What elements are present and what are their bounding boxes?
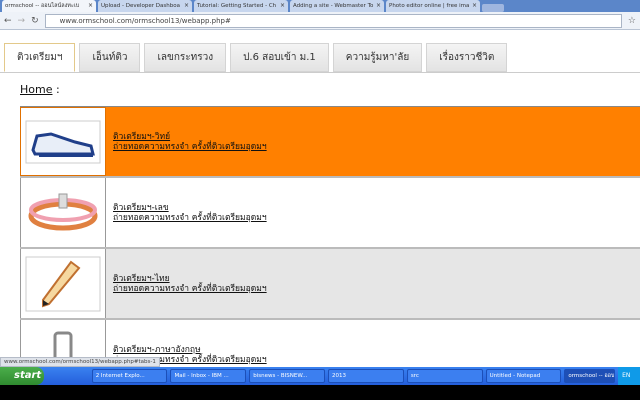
tab-ent-tiw[interactable]: เอ็นท์ติว	[79, 43, 141, 72]
item-subtitle[interactable]: ถ่ายทอดความทรงจำ ครั้งที่ติวเตรียมอุดมฯ	[113, 213, 640, 223]
close-icon[interactable]: ×	[88, 0, 93, 12]
browser-tab[interactable]: Upload - Developer Dashboa ×	[98, 0, 192, 12]
browser-tab-label: Tutorial: Getting Started - Ch	[197, 3, 277, 9]
close-icon[interactable]: ×	[376, 0, 381, 12]
tab-lek-krasuang[interactable]: เลขกระทรวง	[144, 43, 227, 72]
taskbar-item[interactable]: src	[406, 369, 483, 383]
browser-tab-label: ormschool -- ออนไลน์ลงทะเบ	[5, 3, 80, 9]
taskbar: start 2 Internet Explo... Mail - Inbox -…	[0, 367, 640, 385]
home-link[interactable]: Home	[20, 83, 52, 96]
taskbar-item[interactable]: bisnews - BISNEW...	[249, 369, 326, 383]
tab-divider	[0, 72, 640, 73]
reload-icon[interactable]: ↻	[31, 16, 39, 26]
star-icon[interactable]: ☆	[628, 16, 636, 26]
browser-tab[interactable]: Photo editor online | free ima ×	[386, 0, 480, 12]
breadcrumb-separator: :	[52, 83, 60, 96]
browser-tab-label: Photo editor online | free ima	[389, 3, 470, 9]
quick-launch[interactable]	[47, 369, 88, 383]
taskbar-item[interactable]: Untitled - Notepad	[485, 369, 562, 383]
shoe-icon	[20, 107, 106, 176]
tab-p6-exam[interactable]: ป.6 สอบเข้า ม.1	[230, 43, 329, 72]
browser-tab[interactable]: Tutorial: Getting Started - Ch ×	[194, 0, 288, 12]
item-title[interactable]: ติวเตรียมฯ-ภาษาอังกฤษ	[113, 345, 640, 355]
browser-tab[interactable]: Adding a site - Webmaster To ×	[290, 0, 384, 12]
list-item[interactable]: ติวเตรียมฯ-วิทย์ ถ่ายทอดความทรงจำ ครั้งที…	[20, 107, 640, 178]
new-tab-button[interactable]	[482, 4, 504, 12]
list-item[interactable]: ติวเตรียมฯ-ไทย ถ่ายทอดความทรงจำ ครั้งที่ต…	[20, 249, 640, 320]
close-icon[interactable]: ×	[472, 0, 477, 12]
back-icon[interactable]: ←	[4, 16, 12, 26]
tab-university[interactable]: ความรู้มหา'ลัย	[332, 43, 423, 72]
browser-tab[interactable]: ormschool -- ออนไลน์ลงทะเบ ×	[2, 0, 96, 12]
browser-tab-label: Upload - Developer Dashboa	[101, 3, 180, 9]
item-title[interactable]: ติวเตรียมฯ-วิทย์	[113, 132, 640, 142]
status-bar: www.ormschool.com/ormschool13/webapp.php…	[0, 357, 160, 367]
tab-life-stories[interactable]: เรื่องราวชีวิต	[426, 43, 508, 72]
language-indicator[interactable]: EN	[618, 367, 640, 385]
bracelet-icon	[20, 178, 106, 247]
tab-tiw-triam[interactable]: ติวเตรียมฯ	[4, 43, 76, 72]
item-title[interactable]: ติวเตรียมฯ-ไทย	[113, 274, 640, 284]
list-item[interactable]: ติวเตรียมฯ-เลข ถ่ายทอดความทรงจำ ครั้งที่ต…	[20, 178, 640, 249]
url-input[interactable]: www.ormschool.com/ormschool13/webapp.php…	[44, 13, 622, 28]
taskbar-item[interactable]: 2 Internet Explo...	[91, 369, 168, 383]
item-title[interactable]: ติวเตรียมฯ-เลข	[113, 203, 640, 213]
taskbar-item[interactable]: 2013	[328, 369, 404, 383]
taskbar-item[interactable]: ormschool -- ออนไ...	[564, 369, 616, 383]
item-subtitle[interactable]: ถ่ายทอดความทรงจำ ครั้งที่ติวเตรียมอุดมฯ	[113, 142, 640, 152]
start-button[interactable]: start	[0, 367, 45, 385]
taskbar-item[interactable]: Mail - Inbox - IBM ...	[170, 369, 247, 383]
item-subtitle[interactable]: ถ่ายทอดความทรงจำ ครั้งที่ติวเตรียมอุดมฯ	[113, 355, 640, 365]
item-subtitle[interactable]: ถ่ายทอดความทรงจำ ครั้งที่ติวเตรียมอุดมฯ	[113, 284, 640, 294]
category-tabs: ติวเตรียมฯ เอ็นท์ติว เลขกระทรวง ป.6 สอบเ…	[4, 43, 508, 72]
forward-icon[interactable]: →	[18, 16, 26, 26]
web-page: ติวเตรียมฯ เอ็นท์ติว เลขกระทรวง ป.6 สอบเ…	[0, 30, 640, 367]
pencil-icon	[20, 249, 106, 318]
item-list: ติวเตรียมฯ-วิทย์ ถ่ายทอดความทรงจำ ครั้งที…	[20, 106, 640, 367]
address-bar-row: ← → ↻ www.ormschool.com/ormschool13/weba…	[0, 12, 640, 30]
browser-tab-label: Adding a site - Webmaster To	[293, 3, 374, 9]
breadcrumb: Home :	[20, 83, 60, 96]
close-icon[interactable]: ×	[280, 0, 285, 12]
browser-tab-strip: ormschool -- ออนไลน์ลงทะเบ × Upload - Dev…	[0, 0, 640, 12]
close-icon[interactable]: ×	[184, 0, 189, 12]
